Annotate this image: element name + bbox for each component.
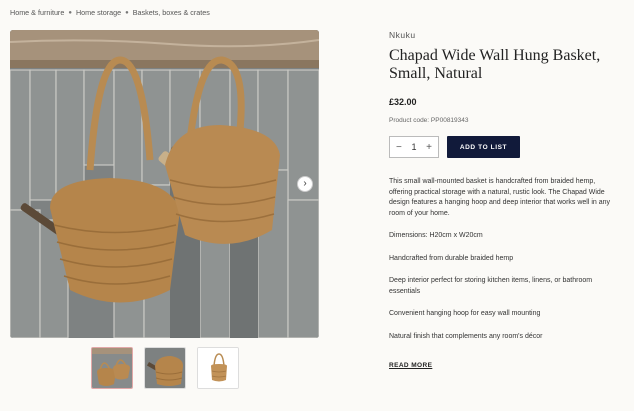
feature-item: Deep interior perfect for storing kitche… xyxy=(389,277,593,295)
breadcrumb-separator: ● xyxy=(68,9,72,16)
breadcrumb: Home & furniture ● Home storage ● Basket… xyxy=(10,8,210,17)
product-price: £32.00 xyxy=(389,97,417,107)
basket-pair-thumbnail xyxy=(92,348,132,388)
quantity-value[interactable]: 1 xyxy=(411,142,416,152)
plus-icon[interactable]: + xyxy=(426,142,432,153)
add-to-list-button[interactable]: ADD TO LIST xyxy=(447,136,520,158)
product-code: Product code: PP00819343 xyxy=(389,117,469,124)
breadcrumb-home[interactable]: Home & furniture xyxy=(10,8,64,17)
basket-utensils-thumbnail xyxy=(145,348,185,388)
product-details: Nkuku Chapad Wide Wall Hung Basket, Smal… xyxy=(389,30,619,372)
basket-photo xyxy=(10,30,319,338)
next-image-button[interactable]: › xyxy=(297,176,313,192)
brand-name[interactable]: Nkuku xyxy=(389,30,619,40)
chevron-right-icon: › xyxy=(303,178,307,189)
breadcrumb-storage[interactable]: Home storage xyxy=(76,8,121,17)
purchase-row: − 1 + ADD TO LIST xyxy=(389,136,619,158)
thumbnail-gallery xyxy=(91,347,239,389)
thumbnail-2[interactable] xyxy=(144,347,186,389)
read-more-link[interactable]: READ MORE xyxy=(389,362,432,369)
feature-item: Dimensions: H20cm x W20cm xyxy=(389,232,483,239)
thumbnail-3[interactable] xyxy=(197,347,239,389)
main-product-image[interactable] xyxy=(10,30,319,338)
feature-item: Natural finish that complements any room… xyxy=(389,332,543,340)
basket-product-thumbnail xyxy=(198,348,238,388)
feature-item: Convenient hanging hoop for easy wall mo… xyxy=(389,310,541,317)
thumbnail-1[interactable] xyxy=(91,347,133,389)
product-title: Chapad Wide Wall Hung Basket, Small, Nat… xyxy=(389,47,601,82)
product-description: This small wall-mounted basket is handcr… xyxy=(389,178,611,217)
feature-item: Handcrafted from durable braided hemp xyxy=(389,254,514,262)
breadcrumb-baskets[interactable]: Baskets, boxes & crates xyxy=(133,8,210,17)
minus-icon[interactable]: − xyxy=(396,142,402,153)
breadcrumb-separator: ● xyxy=(125,9,129,16)
quantity-stepper: − 1 + xyxy=(389,136,439,158)
